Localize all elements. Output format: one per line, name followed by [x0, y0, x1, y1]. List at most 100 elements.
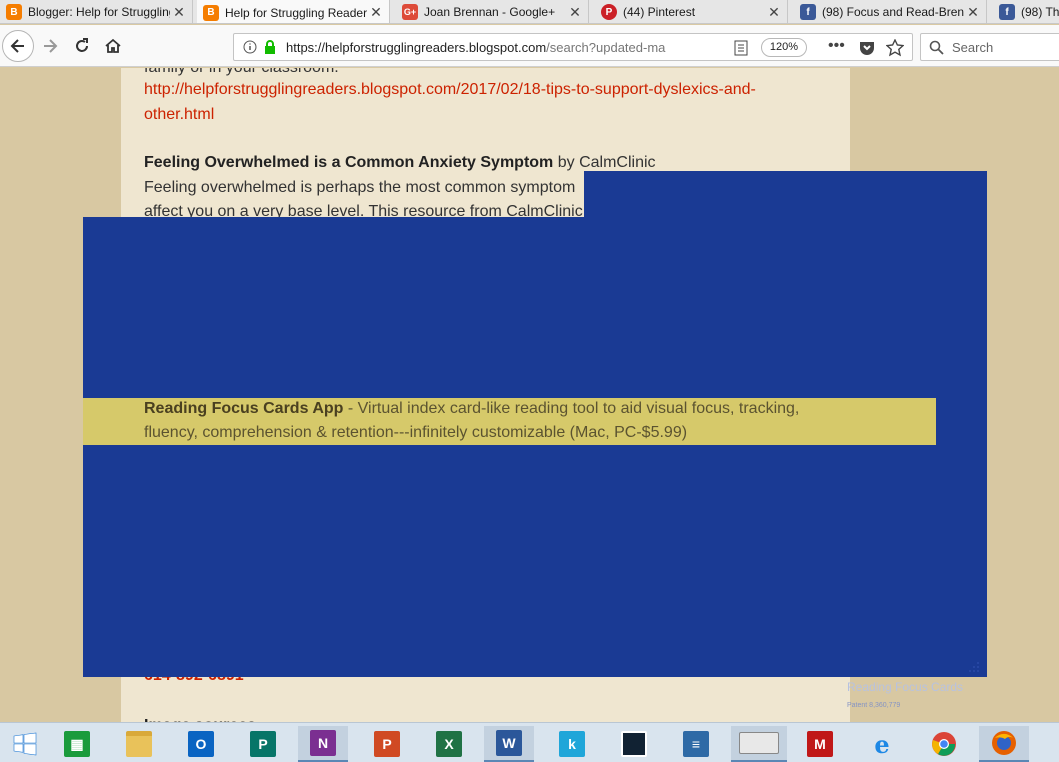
excel-button[interactable]: X — [424, 726, 474, 762]
facebook-icon: f — [800, 4, 816, 20]
tab-strip: B Blogger: Help for Struggling Readers ✕… — [0, 0, 1059, 24]
tab-title: Blogger: Help for Struggling Readers — [28, 5, 170, 19]
files-button[interactable]: ≡ — [671, 726, 721, 762]
mcafee-button[interactable]: M — [795, 726, 845, 762]
tab-title: Help for Struggling Readers — [225, 5, 367, 20]
tab-facebook-focus[interactable]: f (98) Focus and Read-Brennan ✕ — [794, 0, 987, 23]
firefox-icon — [992, 731, 1016, 755]
forward-button[interactable] — [36, 32, 64, 60]
facebook-icon: f — [999, 4, 1015, 20]
publisher-icon: P — [250, 731, 276, 757]
highlighted-line-2: fluency, comprehension & retention---inf… — [144, 424, 688, 441]
google-plus-icon: G+ — [402, 4, 418, 20]
search-input[interactable]: Search — [920, 33, 1059, 61]
tab-blogger[interactable]: B Blogger: Help for Struggling Readers ✕ — [0, 0, 193, 23]
windows-taskbar: ▦ O P N P X W k ≡ M e — [0, 722, 1059, 762]
ie-button[interactable]: e — [857, 726, 907, 762]
zoom-level[interactable]: 120% — [761, 38, 807, 57]
excel-icon: X — [436, 731, 462, 757]
file-explorer-button[interactable] — [114, 726, 164, 762]
navigation-bar: https://helpforstrugglingreaders.blogspo… — [0, 25, 1059, 67]
tab-help-for-struggling-readers[interactable]: B Help for Struggling Readers ✕ — [197, 0, 390, 23]
reload-icon — [76, 38, 88, 52]
reader-icon — [621, 731, 647, 757]
powerpoint-icon: P — [374, 731, 400, 757]
windows-icon — [13, 732, 37, 756]
tab-title: (98) Th — [1021, 5, 1059, 19]
chrome-icon — [932, 732, 956, 756]
outlook-icon: O — [188, 731, 214, 757]
url-bar[interactable]: https://helpforstrugglingreaders.blogspo… — [233, 33, 913, 61]
page-actions-icon[interactable]: ••• — [828, 37, 845, 55]
word-button[interactable]: W — [484, 726, 534, 762]
firefox-button[interactable] — [979, 726, 1029, 762]
close-icon[interactable]: ✕ — [566, 4, 584, 21]
publisher-button[interactable]: P — [238, 726, 288, 762]
kindle-button[interactable]: k — [547, 726, 597, 762]
onenote-button[interactable]: N — [298, 726, 348, 762]
app-description: - Virtual index card-like reading tool t… — [343, 400, 800, 417]
article-heading: Feeling Overwhelmed is a Common Anxiety … — [144, 151, 656, 175]
word-icon: W — [496, 730, 522, 756]
reload-button[interactable] — [68, 32, 96, 60]
chrome-button[interactable] — [919, 726, 969, 762]
reader-button[interactable] — [609, 726, 659, 762]
focus-cards-logo: Reading Focus Cards — [847, 680, 964, 694]
mcafee-icon: M — [807, 731, 833, 757]
info-icon[interactable] — [243, 40, 257, 54]
highlighted-line-1: Reading Focus Cards App - Virtual index … — [144, 397, 799, 421]
folder-icon — [126, 731, 152, 757]
back-arrow-icon — [10, 39, 24, 53]
article-link-continued[interactable]: other.html — [144, 103, 214, 127]
focus-card-reading-window[interactable]: Reading Focus Cards App - Virtual index … — [83, 398, 936, 445]
bookmark-star-icon[interactable] — [886, 39, 904, 57]
url-text[interactable]: https://helpforstrugglingreaders.blogspo… — [286, 40, 726, 55]
start-button[interactable] — [0, 726, 50, 762]
resize-grip-icon[interactable] — [967, 659, 983, 673]
home-icon — [105, 38, 121, 53]
internet-explorer-icon: e — [874, 729, 890, 759]
onenote-icon: N — [310, 730, 336, 756]
article-body-line-1: Feeling overwhelmed is perhaps the most … — [144, 179, 576, 196]
focus-card-overlay-top[interactable] — [584, 171, 987, 218]
article-author: by CalmClinic — [553, 154, 656, 171]
pinterest-icon: P — [601, 4, 617, 20]
search-placeholder: Search — [952, 40, 994, 55]
store-icon: ▦ — [64, 731, 90, 757]
card-icon — [739, 732, 779, 754]
tab-google-plus[interactable]: G+ Joan Brennan - Google+ ✕ — [396, 0, 589, 23]
url-path: /search?updated-ma — [546, 40, 666, 55]
blogger-icon: B — [6, 4, 22, 20]
back-button[interactable] — [2, 30, 34, 62]
reader-view-icon[interactable] — [734, 40, 748, 56]
focus-cards-button[interactable] — [731, 726, 787, 762]
url-host: https://helpforstrugglingreaders.blogspo… — [286, 40, 547, 55]
focus-card-overlay[interactable]: Reading Focus Cards Patent 8,360,779 — [83, 217, 987, 709]
lock-icon[interactable] — [263, 39, 277, 55]
store-button[interactable]: ▦ — [52, 726, 102, 762]
files-icon: ≡ — [683, 731, 709, 757]
article-title: Feeling Overwhelmed is a Common Anxiety … — [144, 154, 554, 171]
patent-number: Patent 8,360,779 — [847, 702, 901, 709]
close-icon[interactable]: ✕ — [170, 4, 188, 21]
image-sources-heading: Image sources: — [144, 714, 261, 722]
close-icon[interactable]: ✕ — [765, 4, 783, 21]
tab-title: Joan Brennan - Google+ — [424, 5, 556, 19]
web-page: family or in your classroom. http://help… — [0, 68, 1059, 722]
outlook-button[interactable]: O — [176, 726, 226, 762]
tab-facebook-2[interactable]: f (98) Th — [993, 0, 1059, 23]
blogger-icon: B — [203, 4, 219, 21]
app-title: Reading Focus Cards App — [144, 400, 344, 417]
search-icon — [929, 40, 944, 55]
tab-title: (44) Pinterest — [623, 5, 696, 19]
article-link[interactable]: http://helpforstrugglingreaders.blogspot… — [144, 78, 756, 102]
close-icon[interactable]: ✕ — [367, 4, 385, 21]
tab-title: (98) Focus and Read-Brennan — [822, 5, 964, 19]
tab-pinterest[interactable]: P (44) Pinterest ✕ — [595, 0, 788, 23]
home-button[interactable] — [99, 32, 127, 60]
k-icon: k — [559, 731, 585, 757]
close-icon[interactable]: ✕ — [964, 4, 982, 21]
forward-arrow-icon — [44, 39, 58, 53]
powerpoint-button[interactable]: P — [362, 726, 412, 762]
pocket-icon[interactable] — [859, 40, 875, 56]
